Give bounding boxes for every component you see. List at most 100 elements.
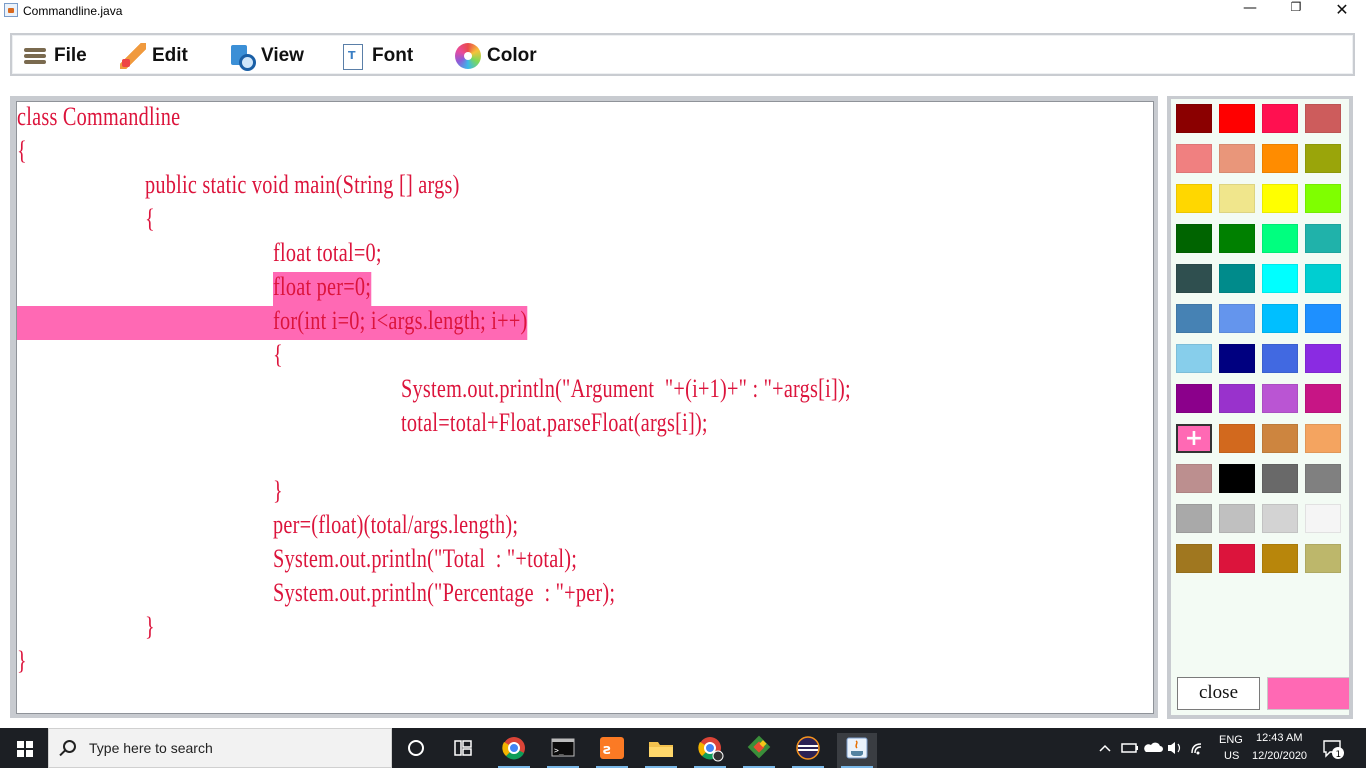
menu-view-label: View [261,45,304,66]
svg-text:ƨ: ƨ [603,742,611,758]
file-explorer-icon[interactable] [641,733,681,768]
close-window-button[interactable]: ✕ [1319,0,1365,22]
color-swatch[interactable] [1262,264,1298,293]
color-swatch[interactable] [1219,224,1255,253]
color-swatch[interactable] [1305,304,1341,333]
code-line: System.out.println("Argument "+(i+1)+" :… [401,374,851,403]
code-line: per=(float)(total/args.length); [273,510,519,539]
color-swatch[interactable] [1219,104,1255,133]
color-swatch[interactable] [1262,504,1298,533]
code-line: { [17,136,27,165]
maximize-button[interactable]: ❐ [1273,0,1319,22]
color-swatch[interactable] [1176,104,1212,133]
color-swatch[interactable] [1219,464,1255,493]
color-swatch[interactable] [1262,224,1298,253]
color-swatch[interactable] [1176,384,1212,413]
color-swatch[interactable] [1219,184,1255,213]
menu-edit[interactable]: Edit [120,41,188,71]
color-swatch[interactable] [1176,544,1212,573]
color-swatch[interactable] [1219,424,1255,453]
color-swatch[interactable] [1176,224,1212,253]
color-swatch[interactable] [1176,344,1212,373]
color-swatch[interactable] [1219,264,1255,293]
selection-highlight [17,306,273,340]
color-swatch[interactable] [1305,504,1341,533]
color-swatch[interactable] [1219,144,1255,173]
color-swatch[interactable] [1262,144,1298,173]
menu-color-label: Color [487,45,537,66]
system-tray-icons[interactable] [1094,733,1214,768]
cortana-icon[interactable] [396,733,436,768]
windows-logo-icon [17,741,33,757]
color-swatch[interactable] [1262,384,1298,413]
color-swatch[interactable] [1219,504,1255,533]
color-swatch[interactable] [1176,264,1212,293]
java-icon[interactable] [837,733,877,768]
menu-color[interactable]: Color [455,41,537,71]
terminal-icon[interactable]: >_ [543,733,583,768]
menu-view[interactable]: View [229,41,304,71]
code-line: } [273,476,283,505]
color-swatch[interactable] [1262,184,1298,213]
taskbar-search-box[interactable]: Type here to search [48,728,392,768]
menu-file[interactable]: File [22,41,87,71]
color-swatch[interactable] [1305,104,1341,133]
svg-text:>_: >_ [554,746,564,755]
color-swatch[interactable] [1176,464,1212,493]
code-line-selected: float per=0; [273,272,372,306]
color-swatch[interactable] [1219,544,1255,573]
color-swatch[interactable] [1219,344,1255,373]
pencil-icon [120,43,146,69]
color-swatch[interactable] [1262,304,1298,333]
color-swatch[interactable] [1305,224,1341,253]
windows-taskbar: Type here to search >_ ƨ ENG US 12:43 AM… [0,728,1366,768]
font-document-icon [340,43,366,70]
minimize-button[interactable]: — [1227,0,1273,22]
color-swatch[interactable] [1262,544,1298,573]
input-region[interactable]: US [1224,750,1239,762]
color-swatch[interactable] [1305,384,1341,413]
chrome-profile-icon[interactable] [690,733,730,768]
clock-time[interactable]: 12:43 AM [1256,732,1302,744]
input-language[interactable]: ENG [1219,734,1243,746]
code-line: float total=0; [273,238,382,267]
window-title: Commandline.java [23,4,123,18]
search-placeholder: Type here to search [89,740,213,756]
xampp-icon[interactable]: ƨ [592,733,632,768]
start-button[interactable] [0,728,48,768]
color-swatch[interactable] [1176,144,1212,173]
color-swatch[interactable] [1262,464,1298,493]
color-swatch[interactable] [1305,424,1341,453]
git-icon[interactable] [739,733,779,768]
color-swatch-selected[interactable] [1176,424,1212,453]
code-editor[interactable]: class Commandline { public static void m… [16,101,1154,714]
color-swatch[interactable] [1305,144,1341,173]
clock-date[interactable]: 12/20/2020 [1252,750,1307,762]
color-swatch[interactable] [1262,104,1298,133]
code-line-selected: for(int i=0; i<args.length; i++) [273,306,528,340]
notification-count: 1 [1336,750,1342,760]
color-swatch[interactable] [1219,384,1255,413]
color-swatch[interactable] [1305,464,1341,493]
color-swatch[interactable] [1305,544,1341,573]
color-swatch[interactable] [1262,424,1298,453]
color-swatch[interactable] [1262,344,1298,373]
hamburger-icon [22,43,48,69]
color-swatch[interactable] [1305,264,1341,293]
chrome-icon[interactable] [494,733,534,768]
code-line: System.out.println("Percentage : "+per); [273,578,616,607]
task-view-icon[interactable] [443,733,483,768]
menu-font[interactable]: Font [340,41,413,71]
color-swatch[interactable] [1176,304,1212,333]
color-swatch[interactable] [1219,304,1255,333]
notification-center-icon[interactable]: 1 [1322,738,1344,760]
code-line: class Commandline [17,102,181,131]
color-swatch[interactable] [1305,344,1341,373]
eclipse-icon[interactable] [788,733,828,768]
color-swatch[interactable] [1176,504,1212,533]
color-swatch[interactable] [1176,184,1212,213]
color-swatch[interactable] [1305,184,1341,213]
code-line: } [145,612,155,641]
java-app-icon [4,3,18,17]
close-palette-button[interactable]: close [1177,677,1260,710]
